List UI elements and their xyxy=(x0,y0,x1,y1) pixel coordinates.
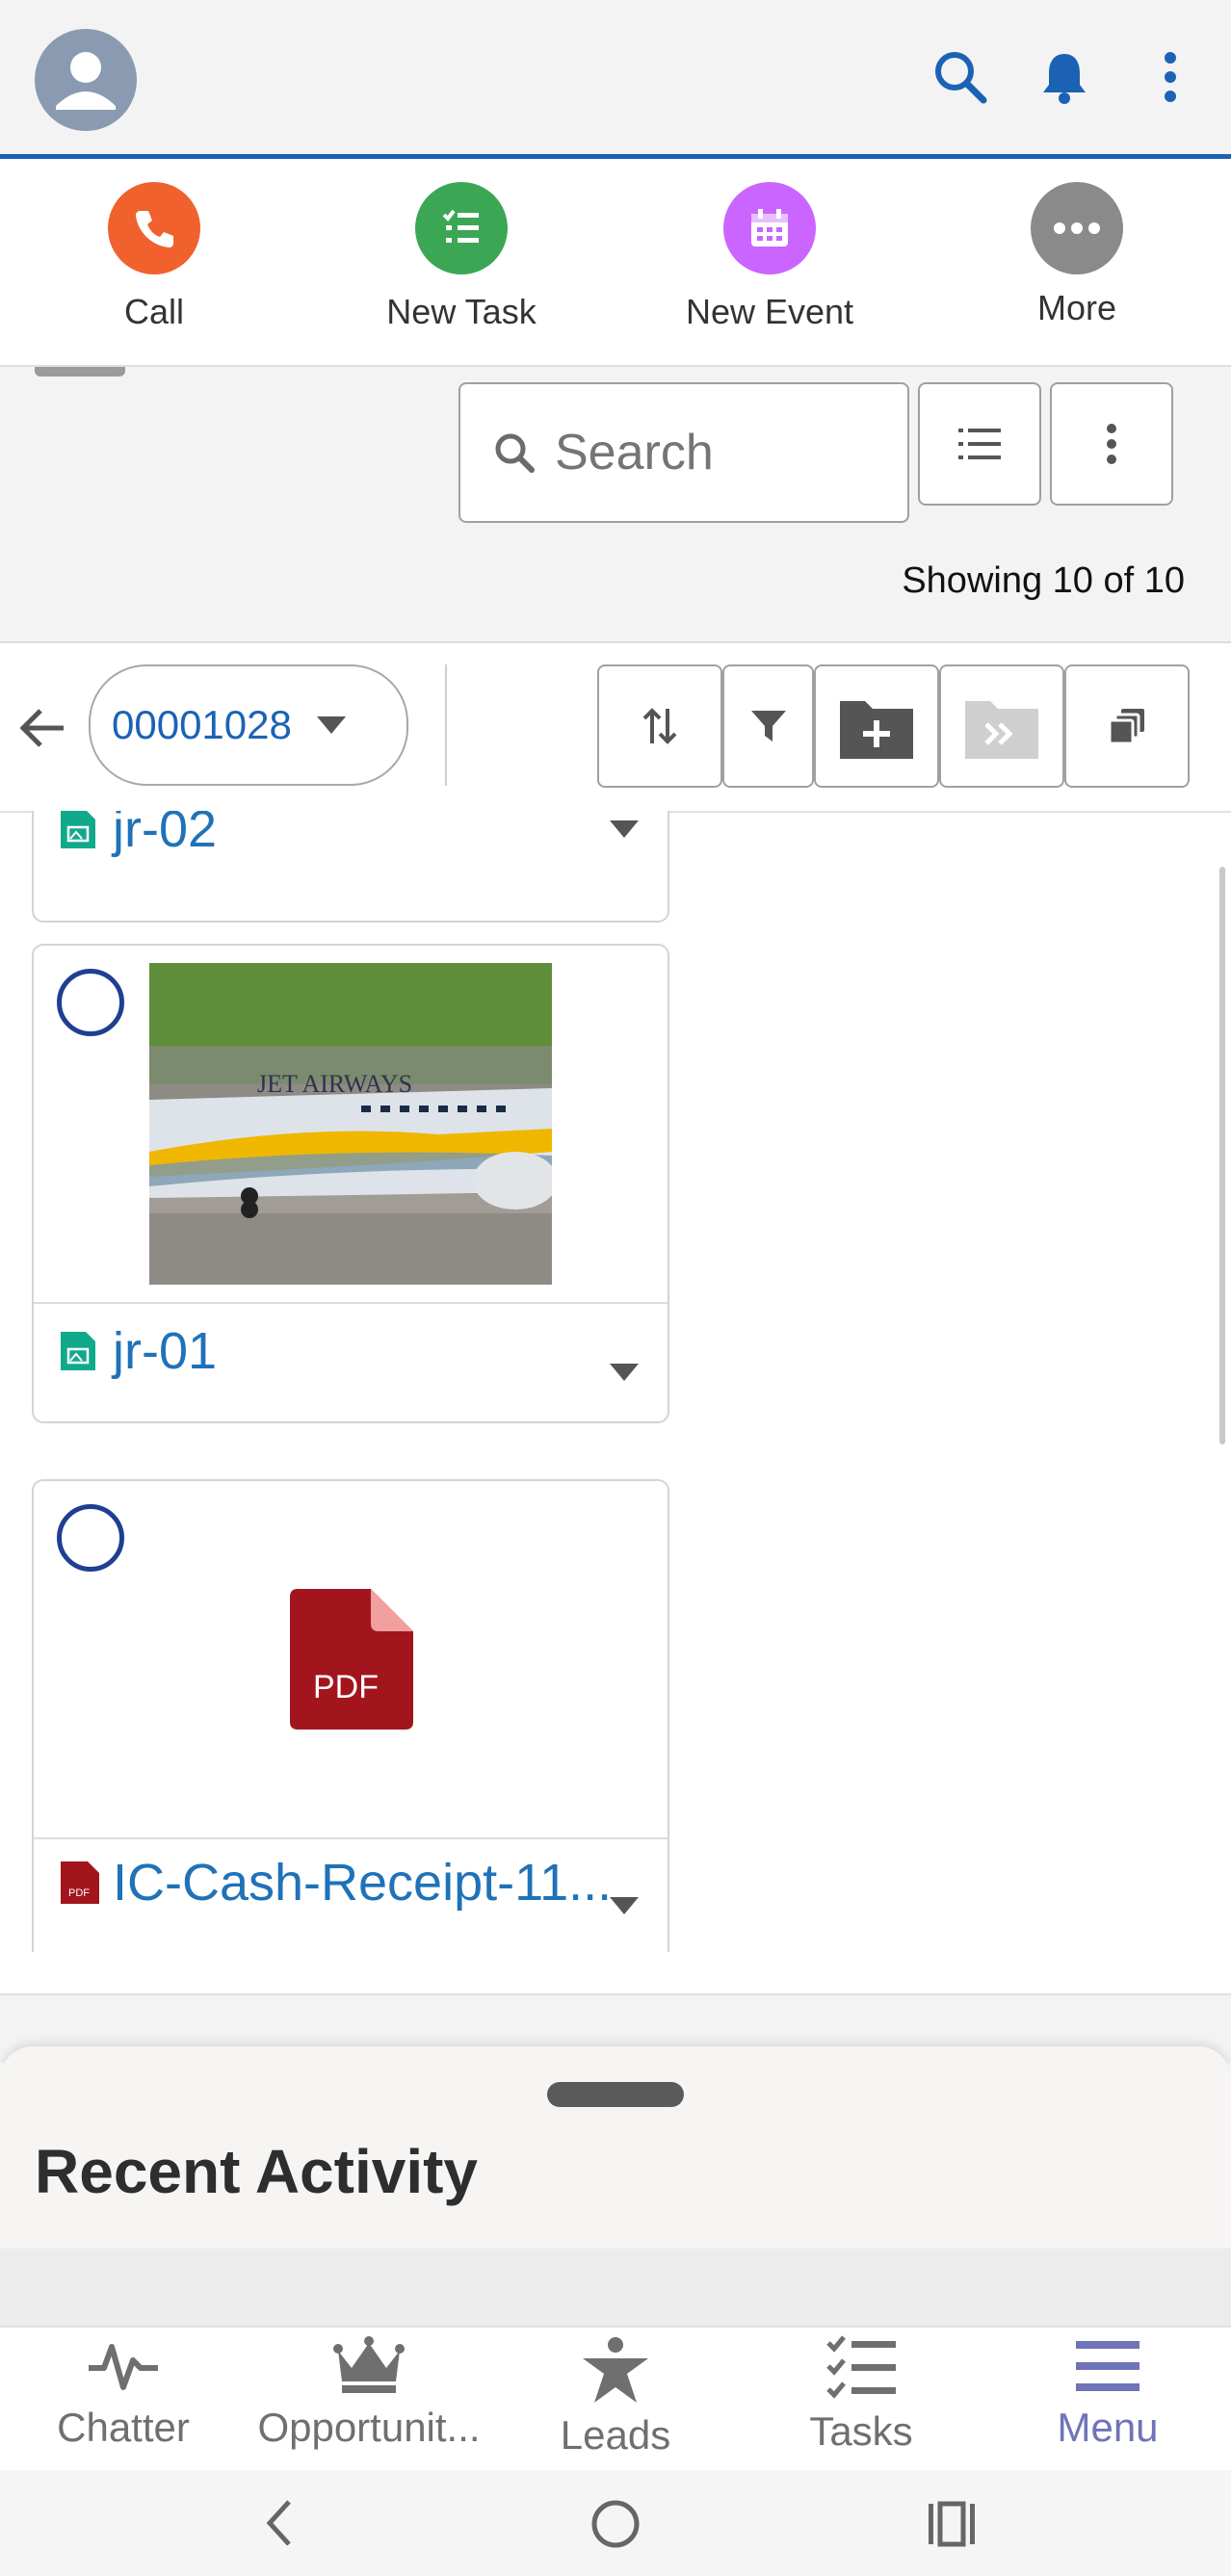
card-divider xyxy=(34,1302,668,1304)
sort-button[interactable] xyxy=(597,664,722,788)
system-back-icon[interactable] xyxy=(260,2496,299,2555)
image-file-icon xyxy=(61,811,95,848)
thumbnail-text: JET AIRWAYS xyxy=(257,1070,412,1098)
pdf-file-icon: PDF xyxy=(61,1861,99,1904)
bell-icon[interactable] xyxy=(1031,43,1098,111)
search-input[interactable] xyxy=(553,423,904,482)
copy-icon xyxy=(1108,709,1144,745)
search-field[interactable] xyxy=(458,382,909,523)
nav-tasks[interactable]: Tasks xyxy=(738,2335,984,2470)
pdf-doctype-icon: PDF xyxy=(290,1589,413,1730)
user-avatar-icon[interactable] xyxy=(35,29,137,131)
pdf-icon-text: PDF xyxy=(313,1669,379,1705)
star-person-icon xyxy=(583,2337,648,2403)
back-arrow-icon[interactable] xyxy=(17,703,67,758)
search-field-icon xyxy=(493,431,536,474)
move-to-folder-button xyxy=(939,664,1064,788)
folder-selector-label: 00001028 xyxy=(112,702,292,747)
file-list: jr-02 JET AIRWAYS jr-01 PDF PDF IC-Cash-… xyxy=(0,811,1231,1952)
recent-activity-title: Recent Activity xyxy=(35,2137,478,2206)
card-divider xyxy=(34,1837,668,1839)
svg-text:PDF: PDF xyxy=(68,1887,90,1899)
chevron-down-icon[interactable] xyxy=(610,1364,639,1381)
new-task-action-button[interactable]: New Task xyxy=(355,182,567,355)
ellipsis-icon xyxy=(1031,182,1123,274)
recent-activity-content xyxy=(0,2249,1231,2326)
task-list-icon xyxy=(415,182,508,274)
copy-button[interactable] xyxy=(1064,664,1190,788)
system-home-icon[interactable] xyxy=(589,2498,642,2555)
file-card-footer: PDF IC-Cash-Receipt-11... xyxy=(59,1853,612,1912)
nav-leads-label: Leads xyxy=(560,2412,671,2458)
file-name[interactable]: jr-01 xyxy=(113,1321,217,1381)
app-screen: Call New Task New Event More Showing 10 … xyxy=(0,0,1231,2576)
nav-opportunities[interactable]: Opportunit... xyxy=(246,2335,492,2470)
sort-icon xyxy=(642,708,677,744)
nav-leads[interactable]: Leads xyxy=(492,2335,739,2470)
new-folder-button[interactable] xyxy=(814,664,939,788)
toolbar-divider xyxy=(445,664,447,786)
crown-icon xyxy=(333,2336,405,2393)
drag-grip[interactable] xyxy=(35,367,125,377)
more-label: More xyxy=(1036,288,1117,327)
more-vertical-icon[interactable] xyxy=(1137,43,1204,111)
nav-menu[interactable]: Menu xyxy=(984,2335,1231,2470)
file-card-footer: jr-02 xyxy=(59,811,217,859)
folder-selector[interactable]: 00001028 xyxy=(89,664,408,786)
chevron-down-icon xyxy=(316,716,346,734)
file-name[interactable]: jr-02 xyxy=(113,811,217,859)
image-file-icon xyxy=(61,1332,95,1370)
activity-pulse-icon xyxy=(89,2344,158,2390)
calendar-icon xyxy=(723,182,816,274)
nav-tasks-label: Tasks xyxy=(809,2408,913,2454)
system-recents-icon[interactable] xyxy=(927,2500,977,2553)
new-task-label: New Task xyxy=(386,292,537,331)
file-thumbnail: JET AIRWAYS xyxy=(149,963,552,1285)
panel-drag-handle[interactable] xyxy=(547,2082,684,2107)
list-view-button[interactable] xyxy=(918,382,1041,506)
phone-icon xyxy=(108,182,200,274)
file-name[interactable]: IC-Cash-Receipt-11... xyxy=(113,1853,612,1912)
nav-chatter[interactable]: Chatter xyxy=(0,2335,247,2470)
folder-move-icon xyxy=(965,701,1038,759)
folder-add-icon xyxy=(840,701,913,759)
scrollbar[interactable] xyxy=(1219,867,1225,1444)
filter-button[interactable] xyxy=(722,664,814,788)
nav-chatter-label: Chatter xyxy=(57,2405,190,2450)
chevron-down-icon[interactable] xyxy=(610,820,639,838)
search-icon[interactable] xyxy=(927,43,994,111)
file-card[interactable]: JET AIRWAYS jr-01 xyxy=(32,944,669,1423)
select-radio[interactable] xyxy=(57,1504,124,1572)
showing-count: Showing 10 of 10 xyxy=(902,560,1185,601)
file-card[interactable]: jr-02 xyxy=(32,811,669,923)
filter-icon xyxy=(750,711,786,742)
more-vertical-icon xyxy=(1107,424,1116,464)
more-action-button[interactable]: More xyxy=(971,182,1183,355)
new-event-action-button[interactable]: New Event xyxy=(664,182,876,355)
nav-opportunities-label: Opportunit... xyxy=(257,2405,481,2450)
file-card-footer: jr-01 xyxy=(59,1321,217,1381)
hamburger-menu-icon xyxy=(1076,2341,1139,2391)
file-card[interactable]: PDF PDF IC-Cash-Receipt-11... xyxy=(32,1479,669,1952)
nav-menu-label: Menu xyxy=(1057,2405,1159,2450)
list-icon xyxy=(958,429,1001,459)
list-more-button[interactable] xyxy=(1050,382,1173,506)
chevron-down-icon[interactable] xyxy=(610,1897,639,1914)
new-event-label: New Event xyxy=(685,292,854,331)
checklist-icon xyxy=(826,2335,896,2399)
call-action-button[interactable]: Call xyxy=(48,182,260,355)
select-radio[interactable] xyxy=(57,969,124,1036)
call-label: Call xyxy=(123,292,184,331)
